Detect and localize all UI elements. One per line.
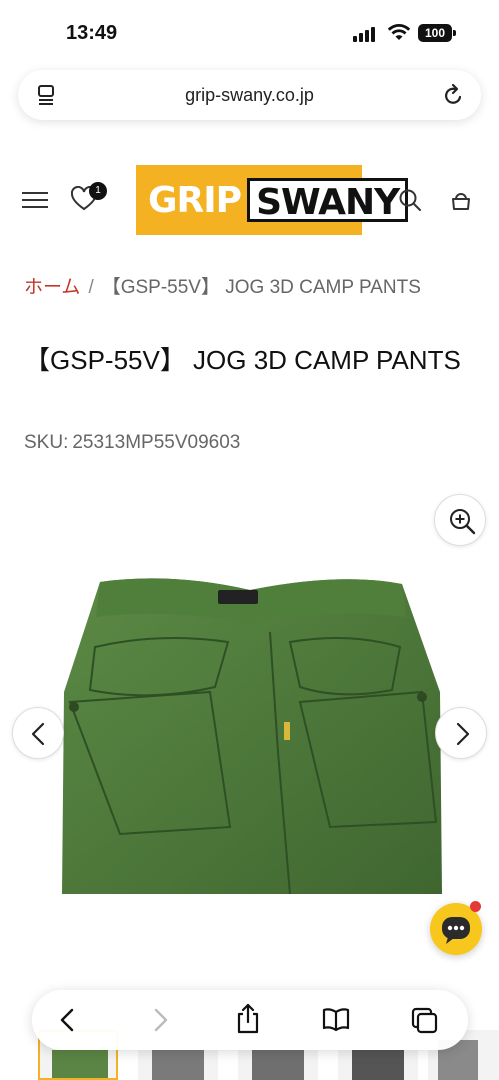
product-title: 【GSP-55V】 JOG 3D CAMP PANTS: [24, 345, 461, 375]
zoom-button[interactable]: [434, 494, 486, 546]
status-time: 13:49: [66, 22, 118, 44]
next-image-button[interactable]: [435, 707, 487, 759]
address-bar[interactable]: grip-swany.co.jp: [18, 70, 481, 120]
back-icon[interactable]: [58, 1006, 78, 1034]
url-text[interactable]: grip-swany.co.jp: [18, 85, 481, 106]
chat-notification-dot: [470, 901, 481, 912]
share-icon[interactable]: [235, 1002, 261, 1034]
chevron-left-icon: [31, 722, 45, 746]
wifi-icon: [387, 24, 411, 40]
sku-label: SKU:: [24, 432, 69, 453]
breadcrumb-home-link[interactable]: ホーム: [24, 277, 80, 298]
wishlist-count-badge: 1: [89, 182, 107, 200]
tabs-icon[interactable]: [410, 1006, 438, 1034]
logo-swany-text: SWANY: [247, 178, 409, 223]
logo-wordmark: GRIP SWANY: [148, 177, 409, 223]
logo-grip-text: GRIP: [148, 179, 242, 221]
search-icon[interactable]: [398, 188, 422, 212]
breadcrumb: ホーム / 【GSP-55V】 JOG 3D CAMP PANTS: [24, 272, 421, 299]
hamburger-menu-icon[interactable]: [22, 190, 50, 210]
product-sku: SKU: 25313MP55V09603: [24, 432, 240, 454]
book-icon[interactable]: [321, 1006, 351, 1032]
site-header: 1 GRIP SWANY: [0, 160, 499, 240]
reload-icon[interactable]: [443, 83, 465, 107]
cellular-signal-icon: [353, 26, 379, 42]
forward-icon[interactable]: [150, 1006, 170, 1034]
sku-value: 25313MP55V09603: [72, 432, 241, 453]
product-image[interactable]: [50, 572, 450, 894]
brand-logo[interactable]: GRIP SWANY: [136, 165, 409, 235]
battery-cap: [453, 30, 456, 36]
chevron-right-icon: [456, 722, 470, 746]
browser-toolbar: [32, 990, 468, 1050]
battery-indicator: 100: [418, 24, 452, 42]
status-bar: 13:49 100: [0, 0, 499, 64]
bag-icon[interactable]: [449, 188, 473, 212]
zoom-in-icon: [450, 509, 476, 535]
previous-image-button[interactable]: [12, 707, 64, 759]
breadcrumb-current: 【GSP-55V】 JOG 3D CAMP PANTS: [101, 277, 421, 298]
breadcrumb-separator: /: [88, 277, 94, 298]
